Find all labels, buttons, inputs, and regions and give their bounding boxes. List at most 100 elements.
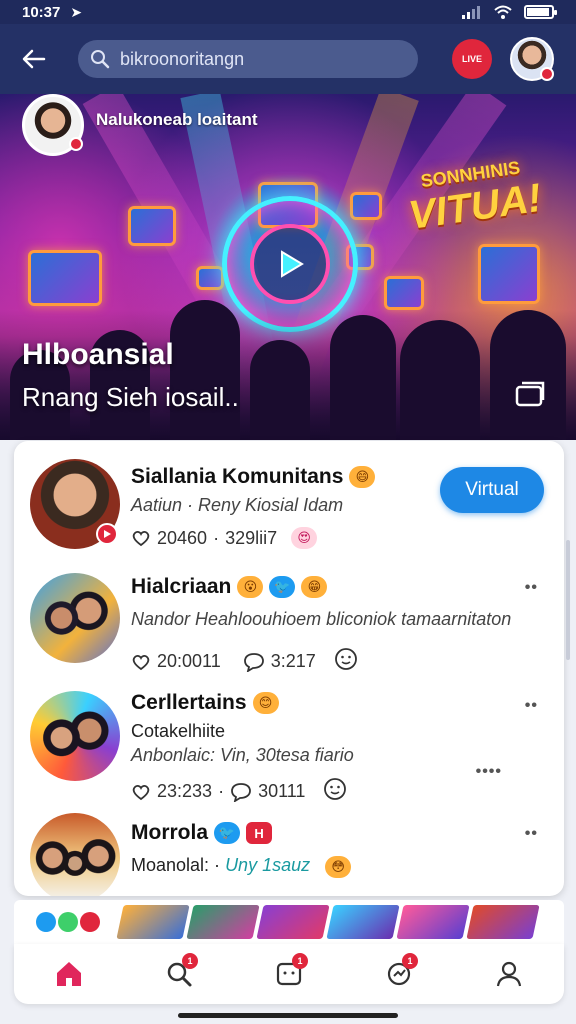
list-item[interactable]: Hialcriaan 😮 🐦 😁 Nandor Heahloouhioem bl… (14, 571, 564, 689)
live-badge-icon (96, 523, 118, 545)
comment-count: 30111 (258, 781, 306, 801)
item-stats: 20460 · 329lii7 😍 (131, 527, 318, 549)
item-stats: 23:233 · 30111 (131, 777, 347, 806)
story-thumbnail[interactable] (186, 905, 260, 939)
story-thumbnail[interactable] (116, 905, 190, 939)
more-options-icon[interactable]: •• (525, 697, 538, 715)
community-list: Siallania Komunitans 😄 Aatiun · Reny Kio… (14, 441, 564, 896)
crowd-silhouette (0, 300, 576, 440)
story-thumbnail[interactable] (326, 905, 400, 939)
more-options-icon[interactable]: •• (525, 825, 538, 843)
location-icon: ➤ (70, 3, 83, 20)
heart-icon[interactable] (131, 782, 151, 802)
comment-icon[interactable] (243, 652, 265, 672)
virtual-button[interactable]: Virtual (440, 467, 544, 513)
search-placeholder: bikroonoritangn (120, 48, 245, 69)
comment-icon[interactable] (230, 782, 252, 802)
media-icon[interactable] (514, 380, 546, 408)
wifi-icon (494, 5, 512, 19)
floating-video-tile (128, 206, 176, 246)
item-title: Morrola 🐦 H (131, 821, 273, 845)
floating-video-tile (196, 266, 224, 290)
battery-icon (524, 5, 557, 19)
hero-title: Hlboansial (22, 338, 174, 371)
story-strip[interactable] (14, 900, 564, 944)
status-time: 10:37 (22, 3, 61, 21)
like-count: 23:233 (157, 781, 213, 801)
back-button[interactable] (14, 39, 54, 79)
list-item[interactable]: Morrola 🐦 H Moanolal: · Uny 1sauz 😳 •• (14, 809, 564, 896)
emoji-icon: 😁 (301, 576, 328, 598)
list-item[interactable]: Siallania Komunitans 😄 Aatiun · Reny Kio… (14, 441, 564, 571)
emoji-icon: 😊 (252, 692, 279, 714)
item-subtitle: Anbonlaic: Vin, 30tesa fiario (131, 745, 354, 765)
item-stats: 20:0011 3:217 (131, 647, 358, 676)
item-subtitle: Moanolal: · Uny 1sauz 😳 (131, 855, 352, 878)
like-count: 20:0011 (157, 651, 221, 671)
notification-badge: 1 (182, 953, 198, 969)
notification-dot-icon (540, 67, 554, 81)
floating-video-tile (350, 192, 382, 220)
nav-activity[interactable]: 1 (374, 949, 424, 999)
floating-video-tile (478, 244, 540, 304)
home-indicator[interactable] (178, 1013, 398, 1018)
list-item[interactable]: Cerllertains 😊 Cotakelhiite Anbonlaic: V… (14, 689, 564, 809)
avatar[interactable] (30, 573, 120, 663)
notification-badge: 1 (402, 953, 418, 969)
hero-banner[interactable]: Nalukoneab loaitant SONNHINIS VITUA! Hlb… (0, 94, 576, 440)
live-button[interactable]: LIVE (452, 39, 492, 79)
item-title: Cerllertains 😊 (131, 691, 279, 715)
floating-video-tile (28, 250, 102, 306)
channel-name: Nalukoneab loaitant (96, 110, 258, 129)
status-bar: 10:37 ➤ (0, 0, 576, 24)
channel-header[interactable]: Nalukoneab loaitant (22, 94, 258, 156)
emoji-icon: 😮 (237, 576, 264, 598)
arrow-left-icon (22, 49, 46, 69)
social-icons (36, 912, 100, 932)
channel-avatar[interactable] (22, 94, 84, 156)
scrollbar[interactable] (566, 540, 570, 660)
avatar[interactable] (30, 813, 120, 896)
story-thumbnail[interactable] (466, 905, 540, 939)
play-button[interactable] (250, 224, 330, 304)
search-input[interactable]: bikroonoritangn (78, 40, 418, 78)
item-title: Hialcriaan 😮 🐦 😁 (131, 575, 328, 599)
hero-subtitle: Rnang Sieh iosail.. (22, 382, 239, 412)
emoji-icon: 😄 (349, 466, 376, 488)
story-thumbnail[interactable] (256, 905, 330, 939)
search-icon (91, 50, 110, 69)
profile-avatar[interactable] (510, 37, 554, 81)
more-options-icon[interactable]: •••• (476, 763, 502, 781)
nav-search[interactable]: 1 (154, 949, 204, 999)
signal-icon (462, 6, 480, 19)
like-count: 20460 (157, 527, 208, 548)
reaction-icon[interactable] (334, 647, 358, 676)
chat-icon (58, 912, 78, 932)
twitter-icon (36, 912, 56, 932)
top-app-bar: bikroonoritangn LIVE (0, 24, 576, 94)
user-icon (496, 961, 522, 987)
twitter-icon: 🐦 (269, 576, 296, 598)
comment-count: 3:217 (270, 651, 316, 671)
comment-count: 329lii7 (225, 527, 278, 548)
notification-badge: 1 (292, 953, 308, 969)
live-label: LIVE (461, 53, 482, 64)
heart-icon[interactable] (131, 652, 151, 672)
live-icon (80, 912, 100, 932)
brand-badge-icon: H (246, 822, 273, 844)
heart-icon[interactable] (131, 528, 151, 548)
live-dot-icon (69, 137, 83, 151)
avatar[interactable] (30, 691, 120, 781)
nav-profile[interactable] (484, 949, 534, 999)
nav-messages[interactable]: 1 (264, 949, 314, 999)
item-subtitle: Nandor Heahloouhioem bliconiok tamaarnit… (131, 609, 512, 629)
more-options-icon[interactable]: •• (525, 579, 538, 597)
item-subtitle: Aatiun · Reny Kiosial Idam (131, 495, 344, 515)
play-icon (281, 250, 304, 278)
item-subtitle-secondary: Cotakelhiite (131, 721, 226, 741)
nav-home[interactable] (44, 949, 94, 999)
reaction-icon[interactable]: 😍 (291, 527, 318, 549)
story-thumbnail[interactable] (396, 905, 470, 939)
item-title: Siallania Komunitans 😄 (131, 465, 376, 489)
reaction-icon[interactable] (323, 777, 347, 806)
